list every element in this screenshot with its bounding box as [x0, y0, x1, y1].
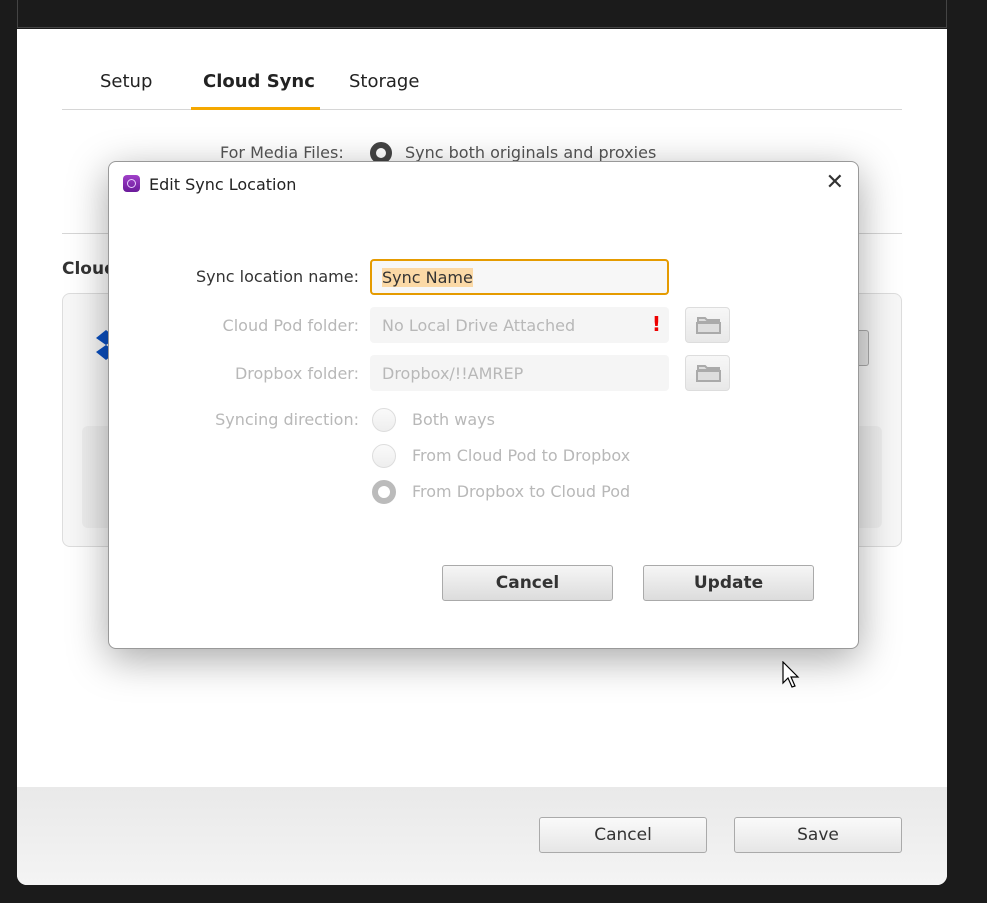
sync-name-input[interactable]: Sync Name: [370, 259, 669, 295]
media-files-label: For Media Files:: [220, 143, 344, 162]
dropbox-folder-field: Dropbox/!!AMREP: [370, 355, 669, 391]
name-label: Sync location name:: [196, 267, 359, 286]
mouse-cursor-icon: [782, 661, 800, 688]
top-bar: [17, 0, 947, 28]
tab-divider: [62, 109, 902, 110]
cloud-pod-folder-field: No Local Drive Attached!: [370, 307, 669, 343]
browse-pod-button[interactable]: [685, 307, 730, 343]
radio-label: Both ways: [412, 410, 495, 429]
radio-both-ways[interactable]: [372, 408, 396, 432]
browse-dropbox-button[interactable]: [685, 355, 730, 391]
name-value: Sync Name: [382, 268, 473, 287]
pod-value: No Local Drive Attached: [382, 316, 576, 335]
folder-icon: [696, 317, 721, 334]
radio-label: From Cloud Pod to Dropbox: [412, 446, 631, 465]
warning-icon: !: [651, 312, 661, 336]
tab-cloud-sync[interactable]: Cloud Sync: [203, 71, 315, 92]
media-option-label: Sync both originals and proxies: [405, 143, 657, 162]
radio-pod-to-dropbox[interactable]: [372, 444, 396, 468]
close-icon[interactable]: ✕: [826, 170, 844, 195]
cancel-button[interactable]: Cancel: [539, 817, 707, 853]
save-button[interactable]: Save: [734, 817, 902, 853]
folder-icon: [696, 365, 721, 382]
update-button[interactable]: Update: [643, 565, 814, 601]
tab-storage[interactable]: Storage: [349, 71, 419, 92]
app-icon: [123, 175, 140, 192]
radio-dropbox-to-pod[interactable]: [372, 480, 396, 504]
radio-label: From Dropbox to Cloud Pod: [412, 482, 631, 501]
tab-setup[interactable]: Setup: [100, 71, 152, 92]
edit-sync-location-dialog: Edit Sync Location ✕ Sync location name:…: [108, 161, 859, 649]
dialog-title: Edit Sync Location: [149, 175, 297, 194]
direction-label: Syncing direction:: [215, 410, 359, 429]
pod-label: Cloud Pod folder:: [222, 316, 359, 335]
dialog-cancel-button[interactable]: Cancel: [442, 565, 613, 601]
footer: Cancel Save: [17, 787, 947, 885]
dropbox-value: Dropbox/!!AMREP: [382, 364, 524, 383]
dropbox-label: Dropbox folder:: [234, 364, 359, 383]
active-tab-indicator: [191, 107, 320, 110]
